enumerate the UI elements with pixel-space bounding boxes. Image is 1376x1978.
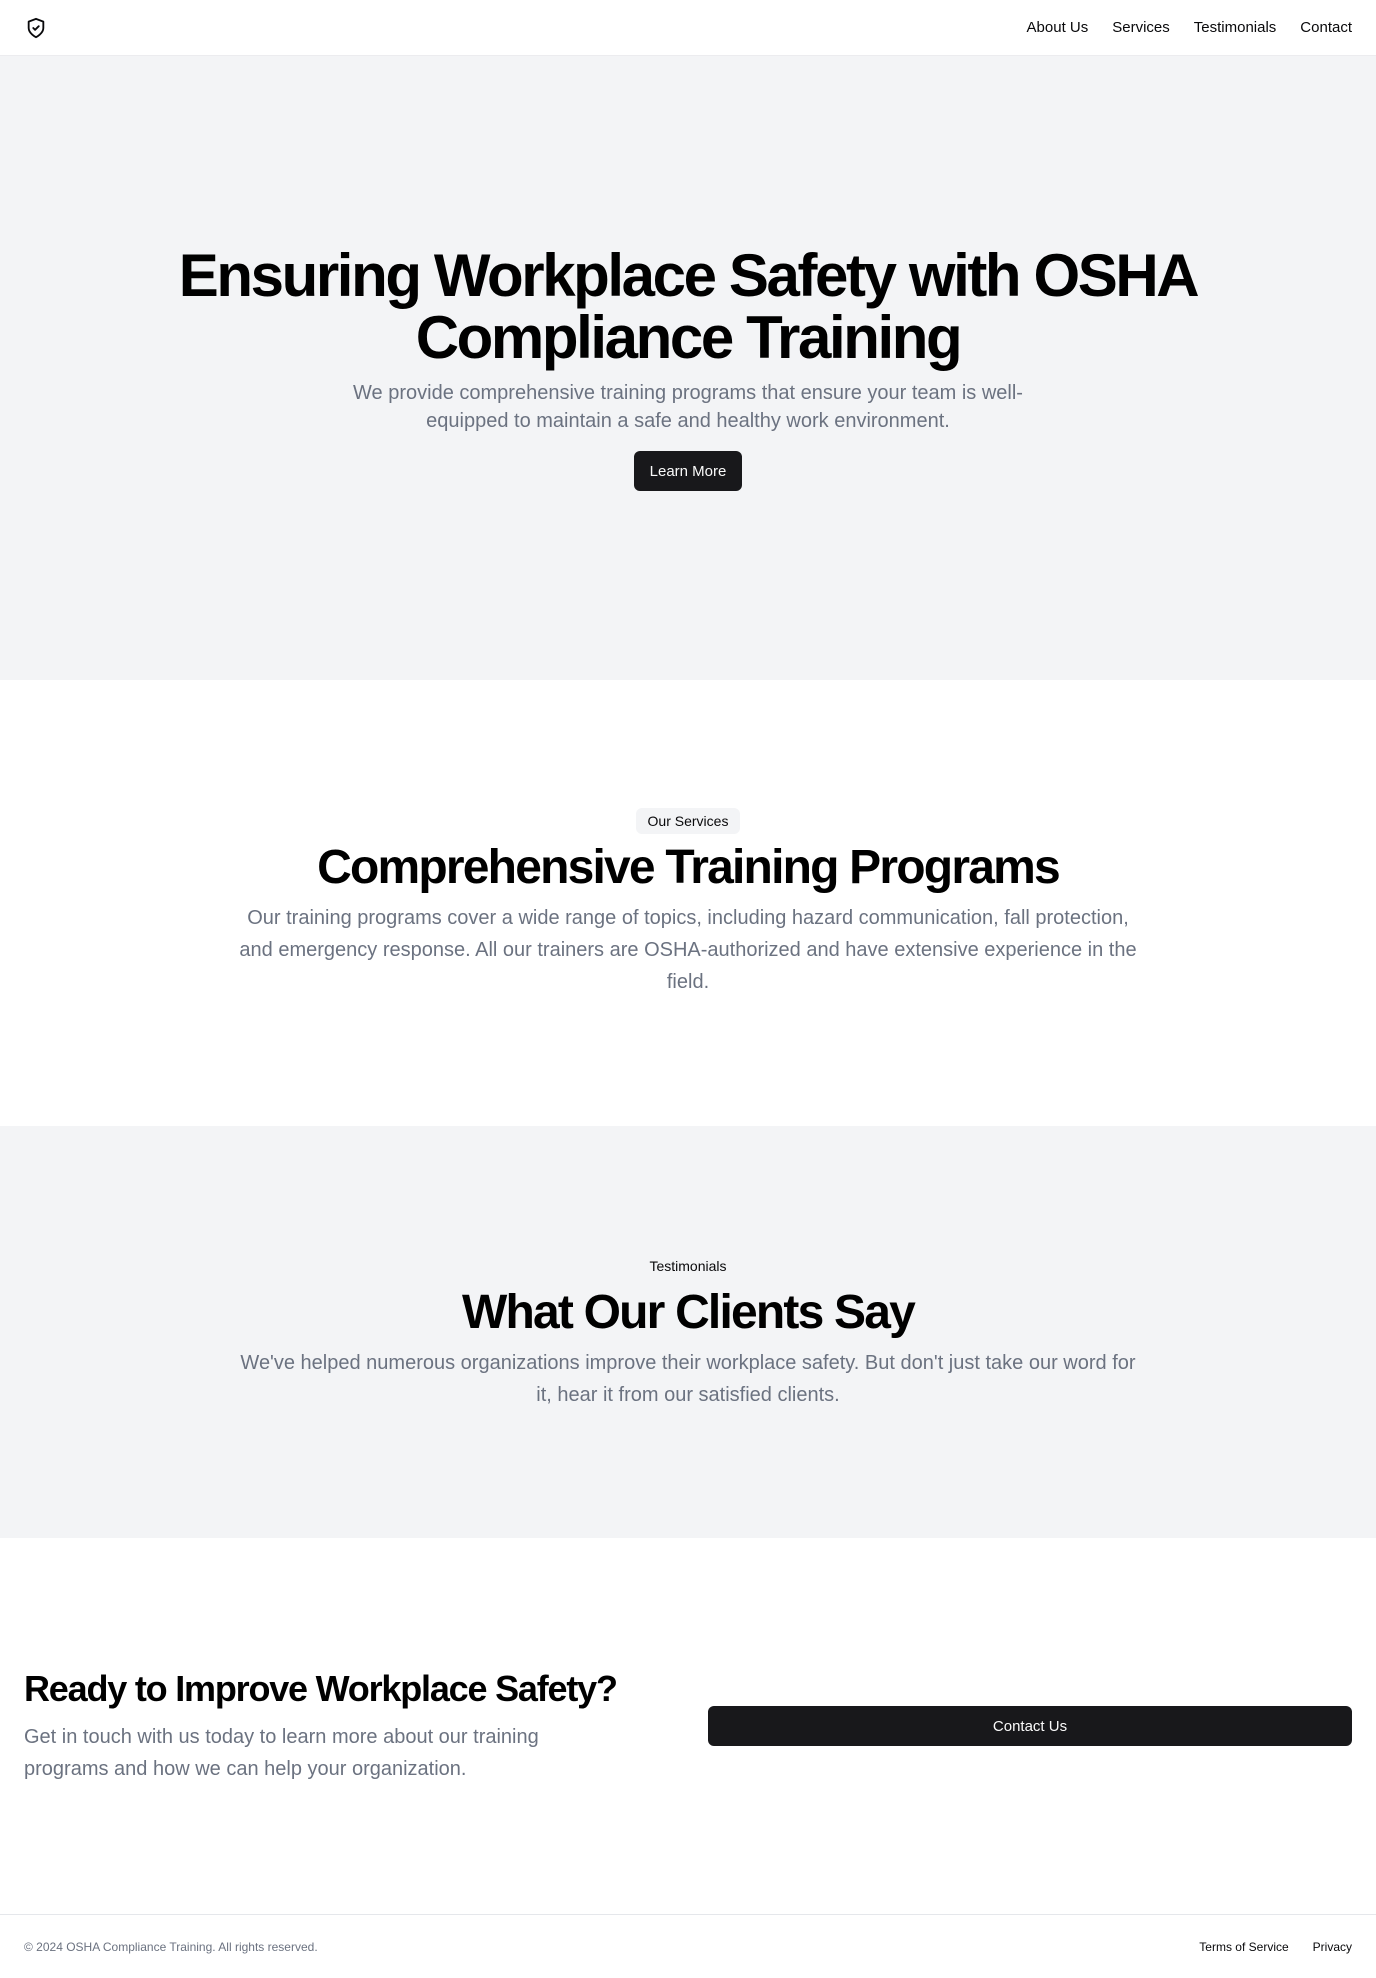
contact-us-button[interactable]: Contact Us — [708, 1706, 1352, 1746]
site-footer: © 2024 OSHA Compliance Training. All rig… — [0, 1914, 1376, 1978]
services-title: Comprehensive Training Programs — [317, 841, 1061, 894]
cta-content: Ready to Improve Workplace Safety? Get i… — [24, 1667, 644, 1785]
hero-subtitle: We provide comprehensive training progra… — [353, 382, 1023, 432]
hero-title: Ensuring Workplace Safety with OSHA Comp… — [178, 242, 1200, 371]
nav-about-us[interactable]: About Us — [1027, 19, 1089, 36]
main-nav: About Us Services Testimonials Contact — [1027, 19, 1352, 36]
services-section: Our Services Comprehensive Training Prog… — [0, 680, 1376, 1126]
cta-text: Get in touch with us today to learn more… — [24, 1726, 539, 1780]
logo-link[interactable] — [24, 16, 48, 40]
testimonials-badge: Testimonials — [649, 1258, 727, 1274]
cta-title: Ready to Improve Workplace Safety? — [24, 1668, 618, 1709]
services-badge: Our Services — [635, 808, 741, 834]
cta-section: Ready to Improve Workplace Safety? Get i… — [0, 1538, 1376, 1914]
hero-section: Ensuring Workplace Safety with OSHA Comp… — [0, 56, 1376, 680]
footer-links: Terms of Service Privacy — [1199, 1940, 1352, 1954]
nav-contact[interactable]: Contact — [1300, 19, 1352, 36]
copyright-text: © 2024 OSHA Compliance Training. All rig… — [24, 1939, 318, 1954]
nav-testimonials[interactable]: Testimonials — [1194, 19, 1277, 36]
learn-more-button[interactable]: Learn More — [633, 451, 743, 491]
testimonials-text: We've helped numerous organizations impr… — [240, 1352, 1136, 1406]
nav-services[interactable]: Services — [1112, 19, 1170, 36]
terms-of-service-link[interactable]: Terms of Service — [1199, 1940, 1288, 1954]
site-header: About Us Services Testimonials Contact — [0, 0, 1376, 56]
shield-check-icon — [27, 17, 45, 38]
testimonials-section: Testimonials What Our Clients Say We've … — [0, 1126, 1376, 1538]
testimonials-title: What Our Clients Say — [461, 1286, 916, 1339]
services-text: Our training programs cover a wide range… — [239, 907, 1137, 993]
privacy-link[interactable]: Privacy — [1313, 1940, 1352, 1954]
